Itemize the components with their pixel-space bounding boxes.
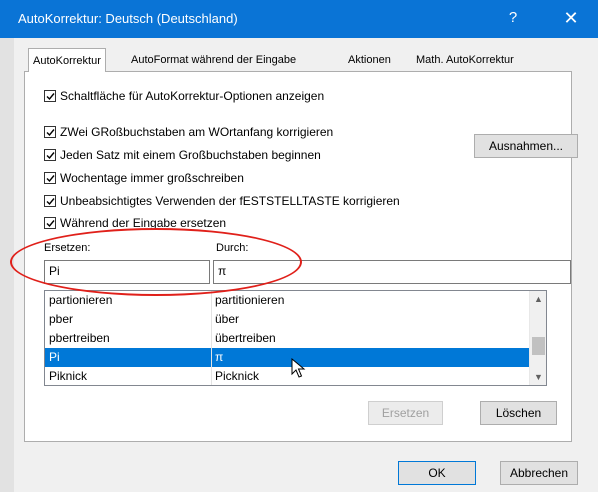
list-item-from: Piknick [49, 369, 88, 383]
list-item[interactable]: pber über [45, 310, 529, 329]
check-icon [46, 152, 55, 160]
check-icon [46, 220, 55, 228]
list-item-to: Picknick [215, 369, 260, 383]
scroll-thumb[interactable] [532, 337, 545, 355]
check-icon [46, 175, 55, 183]
mouse-cursor-icon [291, 358, 306, 378]
window-title: AutoKorrektur: Deutsch (Deutschland) [18, 11, 238, 26]
column-separator [211, 291, 212, 385]
annotation-circle [10, 228, 302, 296]
list-item-from: pbertreiben [49, 331, 110, 345]
checkbox[interactable] [44, 90, 56, 102]
checkbox-label: ZWei GRoßbuchstaben am WOrtanfang korrig… [60, 125, 334, 139]
checkbox[interactable] [44, 149, 56, 161]
list-item-from: Pi [49, 350, 60, 364]
replace-button[interactable]: Ersetzen [368, 401, 443, 425]
list-item[interactable]: pbertreiben übertreiben [45, 329, 529, 348]
checkbox-label: Wochentage immer großschreiben [60, 171, 244, 185]
list-item-from: pber [49, 312, 74, 326]
scroll-down-icon[interactable]: ▼ [530, 369, 546, 385]
exceptions-button[interactable]: Ausnahmen... [474, 134, 578, 158]
help-button[interactable]: ? [500, 5, 526, 31]
close-button[interactable]: ✕ [556, 5, 586, 31]
tab-aktionen[interactable]: Aktionen [344, 50, 395, 71]
checkbox[interactable] [44, 195, 56, 207]
scroll-up-icon[interactable]: ▲ [530, 291, 546, 307]
checkbox[interactable] [44, 172, 56, 184]
check-icon [46, 93, 55, 101]
checkbox-label: Schaltfläche für AutoKorrektur-Optionen … [60, 89, 325, 103]
list-item-to: π [215, 350, 224, 364]
list-item-to: übertreiben [215, 331, 276, 345]
check-icon [46, 129, 55, 137]
tab-autoformat[interactable]: AutoFormat während der Eingabe [127, 50, 300, 71]
check-icon [46, 198, 55, 206]
tab-math-autokorrektur[interactable]: Math. AutoKorrektur [412, 50, 518, 71]
vertical-scrollbar[interactable]: ▲ ▼ [529, 291, 546, 385]
checkbox[interactable] [44, 126, 56, 138]
list-item-selected[interactable]: Pi π [45, 348, 529, 367]
list-item-from: partionieren [49, 293, 113, 307]
checkbox[interactable] [44, 217, 56, 229]
list-item[interactable]: Piknick Picknick [45, 367, 529, 385]
cancel-button[interactable]: Abbrechen [500, 461, 578, 485]
tab-autokorrektur[interactable]: AutoKorrektur [28, 48, 106, 73]
delete-button[interactable]: Löschen [480, 401, 557, 425]
list-item-to: partitionieren [215, 293, 285, 307]
checkbox-label: Jeden Satz mit einem Großbuchstaben begi… [60, 148, 321, 162]
list-item-to: über [215, 312, 240, 326]
ok-button[interactable]: OK [398, 461, 476, 485]
checkbox-label: Unbeabsichtigtes Verwenden der fESTSTELL… [60, 194, 400, 208]
title-bar: AutoKorrektur: Deutsch (Deutschland) ? ✕ [0, 0, 598, 38]
